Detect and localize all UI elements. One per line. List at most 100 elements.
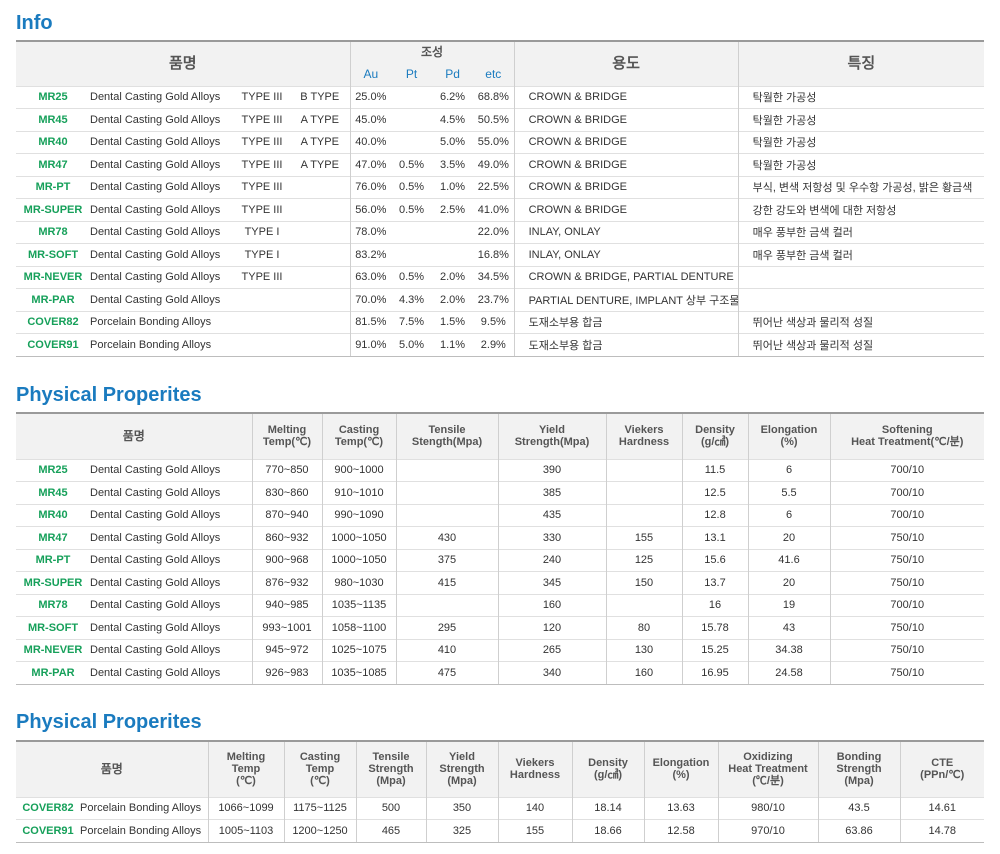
etc-value: 55.0% [473, 130, 515, 154]
info-header-pd: Pd [432, 63, 474, 86]
etc-value: 50.5% [473, 108, 515, 131]
pd-value: 2.0% [432, 265, 474, 289]
au-value: 47.0% [349, 153, 392, 176]
product-name: Dental Casting Gold Alloys [90, 503, 252, 527]
table-row: COVER91 Porcelain Bonding Alloys 1005~1103… [16, 819, 984, 843]
density: 15.78 [681, 616, 748, 639]
product-name: Dental Casting Gold Alloys [90, 571, 252, 594]
product-name: Dental Casting Gold Alloys [90, 481, 252, 504]
info-header-feature: 특징 [737, 40, 985, 86]
product-type [234, 288, 290, 311]
product-code: MR-PAR [16, 288, 90, 311]
product-subtype: A TYPE [290, 108, 351, 131]
product-name: Dental Casting Gold Alloys [90, 593, 252, 617]
table-row: MR-NEVER Dental Casting Gold Alloys TYPE I… [16, 265, 985, 289]
softening-heat: 700/10 [829, 481, 984, 504]
yield-strength: 350 [425, 796, 498, 820]
viekers-hardness: 140 [497, 796, 572, 820]
elongation: 43 [747, 616, 830, 639]
table-row: MR78 Dental Casting Gold Alloys 940~985 103… [16, 593, 984, 617]
elongation: 6 [747, 458, 830, 482]
physical1-header-yield: Yield Strength(Mpa) [497, 412, 606, 459]
casting-temp: 1000~1050 [321, 526, 396, 549]
table-row: MR-SUPER Dental Casting Gold Alloys 876~93… [16, 571, 984, 594]
softening-heat: 700/10 [829, 458, 984, 482]
table-row: COVER91 Porcelain Bonding Alloys 91.0% 5.0%… [16, 333, 985, 357]
pt-value: 0.5% [391, 153, 433, 176]
softening-heat: 750/10 [829, 638, 984, 662]
melting-temp: 926~983 [251, 661, 322, 685]
usage-cell: INLAY, ONLAY [513, 243, 739, 266]
tensile-strength: 375 [395, 548, 498, 572]
casting-temp: 1200~1250 [283, 819, 356, 843]
product-subtype [290, 265, 351, 289]
product-name: Porcelain Bonding Alloys [90, 333, 234, 357]
yield-strength: 120 [497, 616, 606, 639]
usage-cell: CROWN & BRIDGE [513, 108, 739, 131]
physical2-header-oxidizing: Oxidizing Heat Treatment (℃/분) [717, 740, 818, 797]
au-value: 70.0% [349, 288, 392, 311]
table-row: MR-PAR Dental Casting Gold Alloys 70.0% 4.3… [16, 288, 985, 311]
product-subtype [290, 198, 351, 221]
physical1-header-casting: Casting Temp(℃) [321, 412, 396, 459]
cte: 14.78 [899, 819, 984, 843]
pd-value [432, 243, 474, 266]
pt-value: 4.3% [391, 288, 433, 311]
info-title: Info [16, 12, 53, 34]
melting-temp: 770~850 [251, 458, 322, 482]
product-code: MR78 [16, 593, 90, 617]
table-row: COVER82 Porcelain Bonding Alloys 1066~1099… [16, 796, 984, 820]
viekers-hardness: 125 [605, 548, 682, 572]
product-code: MR47 [16, 153, 90, 176]
au-value: 40.0% [349, 130, 392, 154]
usage-cell: INLAY, ONLAY [513, 220, 739, 244]
pt-value: 5.0% [391, 333, 433, 357]
density: 12.5 [681, 481, 748, 504]
product-type: TYPE I [234, 220, 290, 244]
etc-value: 2.9% [473, 333, 515, 357]
melting-temp: 1066~1099 [207, 796, 284, 820]
product-type: TYPE III [234, 108, 290, 131]
elongation: 20 [747, 571, 830, 594]
product-type [234, 310, 290, 334]
au-value: 63.0% [349, 265, 392, 289]
table-row: MR25 Dental Casting Gold Alloys TYPE III B … [16, 85, 985, 109]
feature-cell: 탁월한 가공성 [737, 153, 985, 176]
feature-cell: 부식, 변색 저항성 및 우수항 가공성, 밝은 황금색 [737, 175, 985, 199]
product-subtype [290, 333, 351, 357]
product-name: Dental Casting Gold Alloys [90, 526, 252, 549]
viekers-hardness [605, 458, 682, 482]
physical2-header-name: 품명 [16, 740, 208, 797]
casting-temp: 1000~1050 [321, 548, 396, 572]
physical2-header-yield: Yield Strength (Mpa) [425, 740, 498, 797]
casting-temp: 1058~1100 [321, 616, 396, 639]
product-name: Dental Casting Gold Alloys [90, 548, 252, 572]
cte: 14.61 [899, 796, 984, 820]
density: 11.5 [681, 458, 748, 482]
feature-cell: 탁월한 가공성 [737, 108, 985, 131]
physical2-header-casting: Casting Temp (℃) [283, 740, 356, 797]
product-name: Dental Casting Gold Alloys [90, 130, 234, 154]
tensile-strength: 295 [395, 616, 498, 639]
physical1-header-elongation: Elongation (%) [747, 412, 830, 459]
physical1-table: 품명 Melting Temp(℃) Casting Temp(℃) Tensile… [16, 412, 984, 685]
physical2-title: Physical Properites [16, 711, 202, 733]
tensile-strength [395, 593, 498, 617]
product-name: Porcelain Bonding Alloys [80, 796, 208, 820]
elongation: 41.6 [747, 548, 830, 572]
yield-strength: 345 [497, 571, 606, 594]
product-subtype: A TYPE [290, 130, 351, 154]
physical1-header-tensile: Tensile Stength(Mpa) [395, 412, 498, 459]
density: 15.6 [681, 548, 748, 572]
casting-temp: 1035~1085 [321, 661, 396, 685]
product-code: MR45 [16, 108, 90, 131]
product-name: Porcelain Bonding Alloys [80, 819, 208, 843]
tensile-strength: 465 [355, 819, 426, 843]
melting-temp: 830~860 [251, 481, 322, 504]
product-code: MR-SOFT [16, 616, 90, 639]
table-row: MR-PT Dental Casting Gold Alloys 900~968 10… [16, 548, 984, 572]
elongation: 34.38 [747, 638, 830, 662]
feature-cell [737, 288, 985, 311]
au-value: 78.0% [349, 220, 392, 244]
softening-heat: 750/10 [829, 548, 984, 572]
